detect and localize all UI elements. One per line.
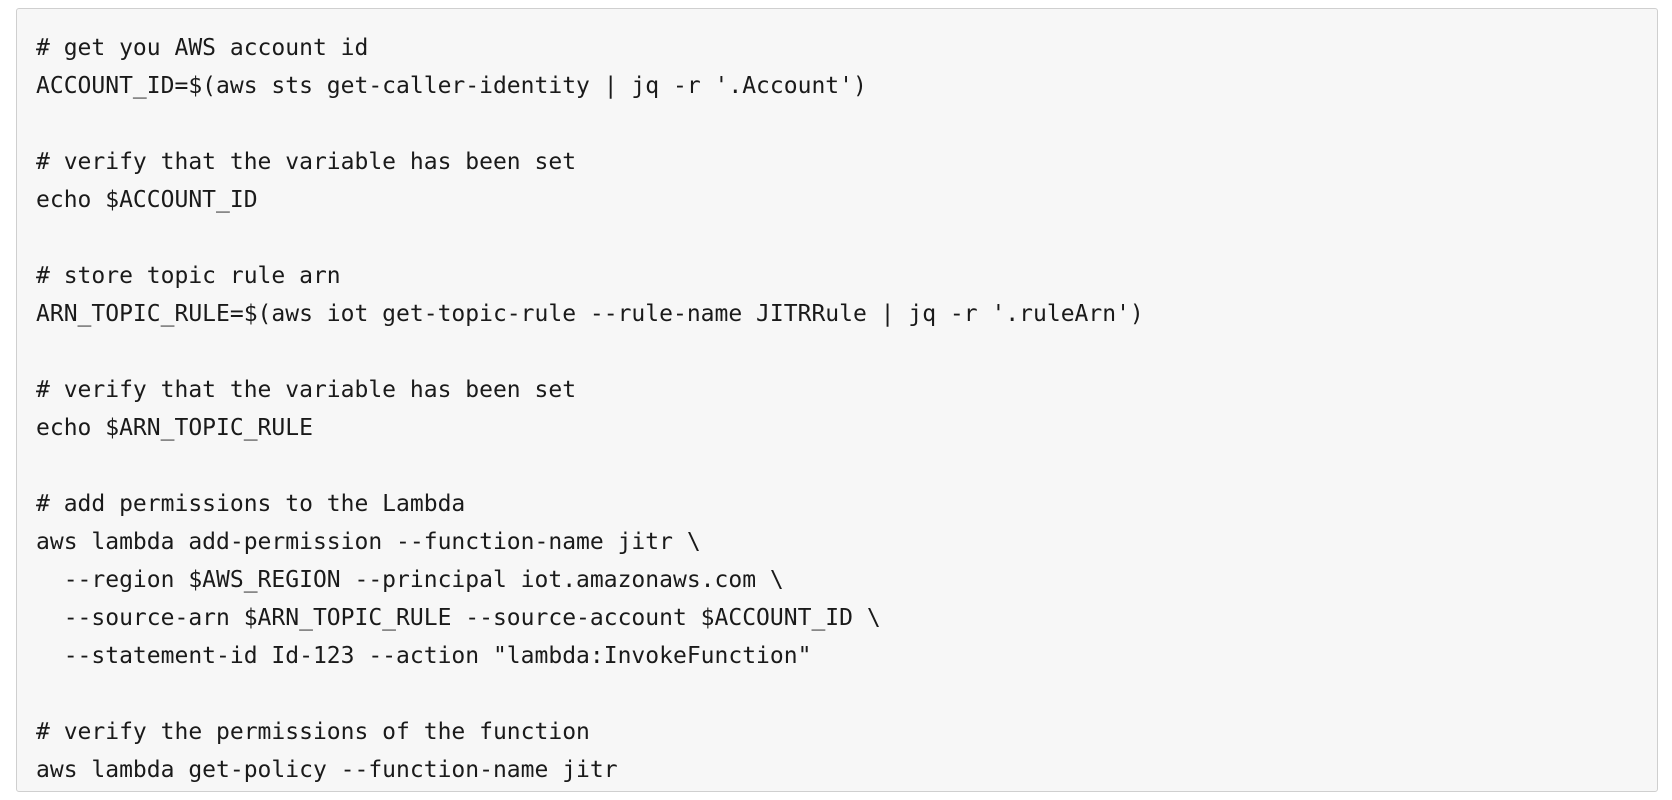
- code-line-13: # add permissions to the Lambda: [36, 491, 466, 517]
- code-content[interactable]: # get you AWS account id ACCOUNT_ID=$(aws…: [36, 29, 1638, 789]
- code-line-11: echo $ARN_TOPIC_RULE: [36, 415, 313, 441]
- code-line-5: echo $ACCOUNT_ID: [36, 187, 258, 213]
- code-line-8: ARN_TOPIC_RULE=$(aws iot get-topic-rule …: [36, 301, 1144, 327]
- code-line-16: --source-arn $ARN_TOPIC_RULE --source-ac…: [36, 605, 881, 631]
- code-line-2: ACCOUNT_ID=$(aws sts get-caller-identity…: [36, 73, 867, 99]
- code-line-4: # verify that the variable has been set: [36, 149, 577, 175]
- code-line-20: aws lambda get-policy --function-name ji…: [36, 757, 618, 783]
- code-line-15: --region $AWS_REGION --principal iot.ama…: [36, 567, 784, 593]
- code-line-10: # verify that the variable has been set: [36, 377, 577, 403]
- code-line-1: # get you AWS account id: [36, 35, 369, 61]
- code-block[interactable]: # get you AWS account id ACCOUNT_ID=$(aws…: [16, 8, 1658, 792]
- code-line-7: # store topic rule arn: [36, 263, 341, 289]
- code-line-17: --statement-id Id-123 --action "lambda:I…: [36, 643, 812, 669]
- code-line-14: aws lambda add-permission --function-nam…: [36, 529, 701, 555]
- code-line-19: # verify the permissions of the function: [36, 719, 590, 745]
